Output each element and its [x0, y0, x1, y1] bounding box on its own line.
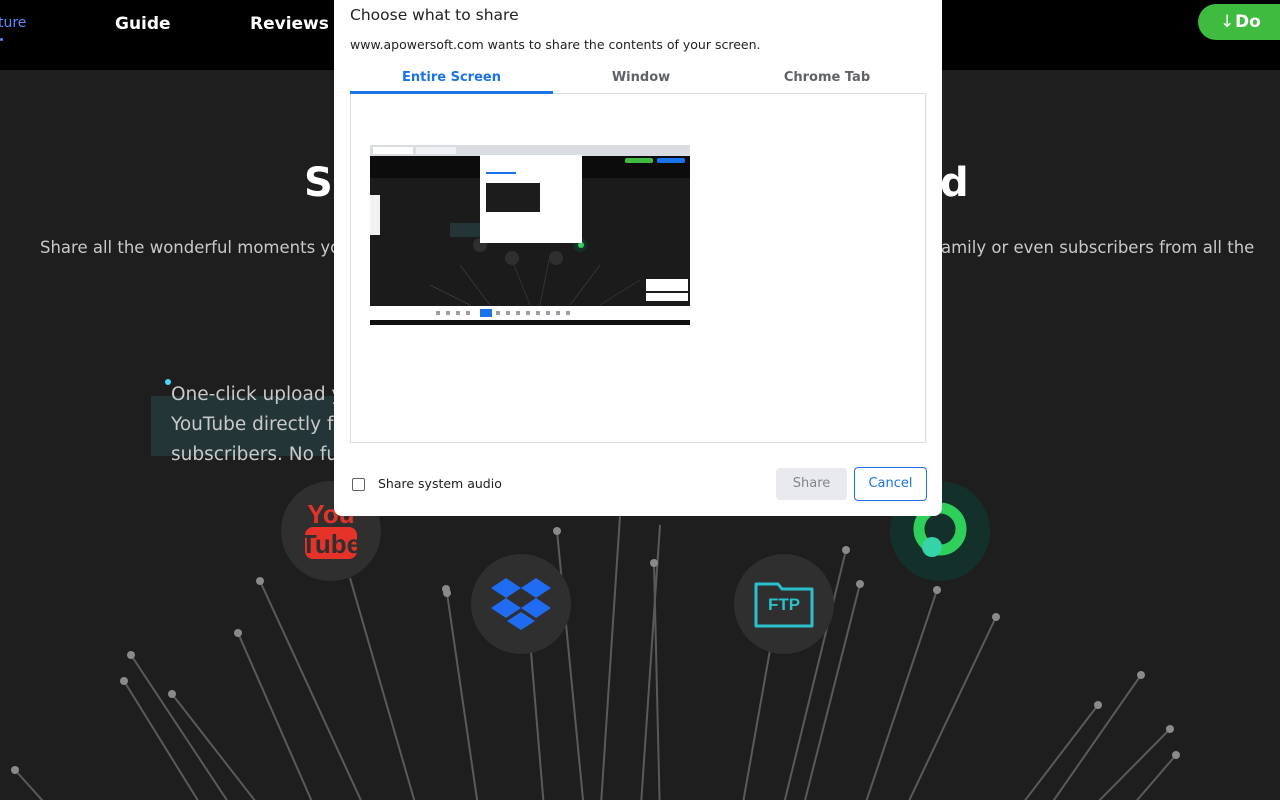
dropbox-icon[interactable] — [471, 554, 571, 654]
screen-thumbnail-graphic — [370, 145, 690, 325]
nav-feature-link[interactable]: ture — [0, 15, 26, 31]
headline-fragment-right: d — [940, 160, 969, 206]
dropbox-logo-graphic — [491, 578, 551, 630]
download-button[interactable]: ↓ Do — [1198, 4, 1280, 40]
tab-window[interactable]: Window — [541, 70, 741, 94]
cancel-button[interactable]: Cancel — [854, 467, 927, 501]
svg-text:Tube: Tube — [301, 529, 361, 559]
share-button[interactable]: Share — [776, 468, 847, 500]
description-right: amily or even subscribers from all the — [941, 238, 1255, 257]
nav-guide-link[interactable]: Guide — [115, 14, 171, 34]
headline-fragment-left: S — [304, 160, 333, 206]
download-button-label: Do — [1235, 12, 1261, 32]
screen-thumbnail[interactable] — [370, 145, 690, 325]
nav-reviews-link[interactable]: Reviews — [250, 14, 329, 34]
ftp-label: FTP — [767, 595, 801, 614]
dialog-title: Choose what to share — [350, 6, 519, 24]
share-system-audio-checkbox[interactable] — [352, 478, 365, 491]
tab-chrome-tab[interactable]: Chrome Tab — [727, 70, 927, 94]
description-left: Share all the wonderful moments you — [40, 238, 351, 257]
dialog-subtitle: www.apowersoft.com wants to share the co… — [350, 37, 761, 52]
page: ture Guide Reviews ↓ Do S d Share all th… — [0, 0, 1280, 800]
ftp-icon[interactable]: FTP — [734, 554, 834, 654]
nav-active-indicator — [0, 38, 3, 41]
share-screen-dialog: Choose what to share www.apowersoft.com … — [334, 0, 942, 516]
share-system-audio-label[interactable]: Share system audio — [378, 476, 502, 491]
download-arrow-icon: ↓ — [1220, 12, 1235, 32]
